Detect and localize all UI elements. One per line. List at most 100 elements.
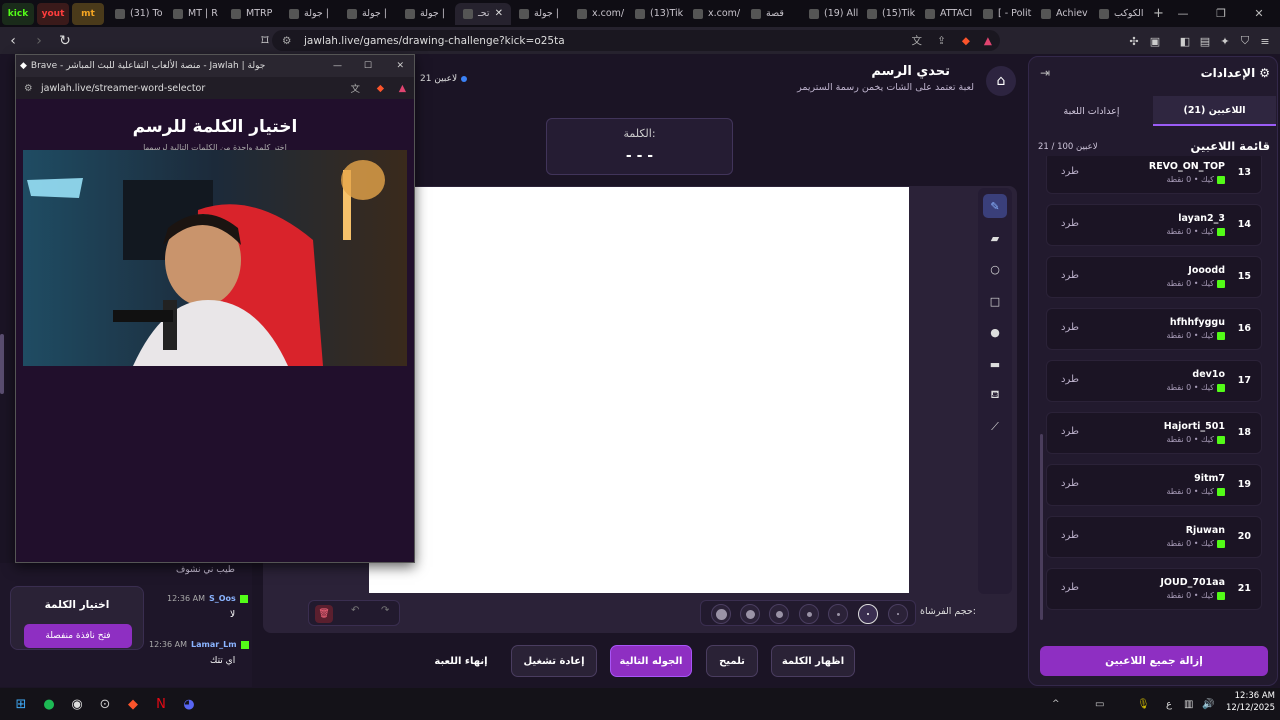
reload-icon[interactable]: ↻ (52, 29, 78, 53)
kick-player-button[interactable]: طرد (1061, 166, 1079, 177)
browser-tab[interactable]: x.com/ (685, 3, 743, 25)
tab-search-icon[interactable]: ▣ (1146, 32, 1164, 50)
clear-canvas-icon[interactable]: 🗑 (315, 605, 333, 623)
kick-player-button[interactable]: طرد (1061, 582, 1079, 593)
tab-game-settings[interactable]: إعدادات اللعبة (1030, 96, 1153, 126)
open-separate-window-button[interactable]: فتح نافذة منفصلة (24, 624, 132, 648)
vpn-icon[interactable]: ⛉ (1236, 32, 1254, 50)
drawing-canvas[interactable] (369, 187, 909, 593)
browser-tab[interactable]: الكوكب (1091, 3, 1149, 25)
line-tool-icon[interactable]: ⟋ (983, 415, 1007, 439)
browser-tab[interactable]: جولة | (281, 3, 339, 25)
translate-icon[interactable]: 文 (912, 33, 923, 48)
windows-start-icon[interactable]: ⊞ (7, 690, 35, 718)
kick-player-button[interactable]: طرد (1061, 374, 1079, 385)
kick-player-button[interactable]: طرد (1061, 530, 1079, 541)
menu-icon[interactable]: ≡ (1256, 32, 1274, 50)
close-tab-icon[interactable]: ✕ (495, 8, 503, 19)
back-icon[interactable]: ‹ (0, 29, 26, 53)
kick-player-button[interactable]: طرد (1061, 322, 1079, 333)
site-info-icon[interactable]: ⚙ (282, 35, 291, 47)
wallet-icon[interactable]: ▤ (1196, 32, 1214, 50)
sidebar-toggle-icon[interactable]: ◧ (1176, 32, 1194, 50)
redo-icon[interactable]: ↷ (381, 605, 389, 616)
pencil-tool-icon[interactable]: ✎ (983, 194, 1007, 218)
popup-close-button[interactable]: ✕ (396, 61, 404, 71)
kick-player-button[interactable]: طرد (1061, 218, 1079, 229)
microphone-icon[interactable]: 🎙 (1137, 699, 1150, 710)
browser-tab[interactable]: جولة | (511, 3, 569, 25)
extensions-icon[interactable]: ✣ (1125, 32, 1143, 50)
rectangle-outline-tool-icon[interactable]: □ (983, 289, 1007, 313)
home-button[interactable]: ⌂ (986, 66, 1016, 96)
close-window-button[interactable]: ✕ (1240, 0, 1278, 27)
hint-button[interactable]: تلميح (706, 645, 758, 677)
brush-size-option[interactable] (769, 604, 789, 624)
brush-size-option[interactable] (828, 604, 848, 624)
brush-size-option[interactable] (740, 604, 760, 624)
obs-icon[interactable]: ◉ (63, 690, 91, 718)
leo-ai-icon[interactable]: ✦ (1216, 32, 1234, 50)
network-icon[interactable]: ▥ (1184, 699, 1193, 710)
browser-tab[interactable]: جولة | (339, 3, 397, 25)
brush-size-option-selected[interactable] (858, 604, 878, 624)
pinned-tab[interactable]: kick (2, 2, 34, 25)
kick-player-button[interactable]: طرد (1061, 270, 1079, 281)
browser-tab[interactable]: (19) All (801, 3, 859, 25)
popup-address-bar[interactable]: ⚙ jawlah.live/streamer-word-selector 文 ◆… (16, 77, 414, 99)
collapse-sidebar-icon[interactable]: ⇥ (1040, 66, 1050, 80)
discord-icon[interactable]: ◕ (175, 690, 203, 718)
remove-all-players-button[interactable]: إزالة جميع اللاعبين (1040, 646, 1268, 676)
browser-tab[interactable]: (31) To (107, 3, 165, 25)
steam-icon[interactable]: ⊙ (91, 690, 119, 718)
page-left-scrollbar[interactable] (0, 334, 4, 394)
undo-icon[interactable]: ↶ (351, 605, 359, 616)
popup-minimize-button[interactable]: — (333, 61, 342, 71)
translate-icon[interactable]: 文 (350, 81, 360, 95)
browser-tab[interactable]: (13)Tik (627, 3, 685, 25)
browser-tab[interactable]: Achiev (1033, 3, 1091, 25)
brave-shields-icon[interactable]: ◆ (962, 35, 970, 47)
fill-bucket-tool-icon[interactable]: ⛾ (983, 383, 1007, 407)
forward-icon[interactable]: › (26, 29, 52, 53)
popup-maximize-button[interactable]: ☐ (364, 61, 372, 71)
pinned-tab[interactable]: yout (37, 2, 69, 25)
restart-button[interactable]: إعادة تشغيل (511, 645, 597, 677)
browser-tab[interactable]: x.com/ (569, 3, 627, 25)
tray-app-icon[interactable]: ▭ (1095, 699, 1104, 710)
restore-window-button[interactable]: ❐ (1202, 0, 1240, 27)
new-tab-button[interactable]: + (1153, 6, 1164, 21)
chat-username[interactable]: S_Oos (209, 594, 236, 603)
circle-outline-tool-icon[interactable]: ○ (983, 257, 1007, 281)
browser-tab[interactable]: جولة | (397, 3, 455, 25)
spotify-icon[interactable]: ● (35, 690, 63, 718)
kick-player-button[interactable]: طرد (1061, 426, 1079, 437)
brush-size-option[interactable] (888, 604, 908, 624)
brave-rewards-icon[interactable]: ▲ (984, 35, 992, 47)
minimize-window-button[interactable]: — (1164, 0, 1202, 27)
brave-shields-icon[interactable]: ◆ (377, 83, 384, 94)
eraser-tool-icon[interactable]: ▰ (983, 226, 1007, 250)
clock[interactable]: 12:36 AM 12/12/2025 (1226, 690, 1275, 714)
volume-icon[interactable]: 🔊 (1202, 699, 1214, 710)
brush-size-option[interactable] (711, 604, 731, 624)
browser-tab[interactable]: تحـ ✕ (455, 2, 511, 25)
share-icon[interactable]: ⇪ (937, 35, 946, 47)
kick-player-button[interactable]: طرد (1061, 478, 1079, 489)
filled-circle-tool-icon[interactable]: ● (983, 320, 1007, 344)
address-bar[interactable]: ⚙ jawlah.live/games/drawing-challenge?ki… (272, 30, 1000, 51)
chat-username[interactable]: Lamar_Lm (191, 640, 237, 649)
netflix-icon[interactable]: N (147, 690, 175, 718)
site-info-icon[interactable]: ⚙ (24, 83, 33, 94)
browser-tab[interactable]: MT | R (165, 3, 223, 25)
browser-tab[interactable]: (15)Tik (859, 3, 917, 25)
show-word-button[interactable]: اظهار الكلمة (771, 645, 855, 677)
players-scrollbar[interactable] (1040, 434, 1043, 620)
filled-rectangle-tool-icon[interactable]: ▬ (983, 352, 1007, 376)
browser-tab[interactable]: [ - Polit (975, 3, 1033, 25)
next-round-button[interactable]: الجوله التالية (610, 645, 692, 677)
end-game-button[interactable]: إنهاء اللعبة (424, 645, 498, 677)
browser-tab[interactable]: ATTACI (917, 3, 975, 25)
brave-rewards-icon[interactable]: ▲ (399, 83, 406, 94)
tray-overflow-icon[interactable]: ^ (1052, 699, 1060, 709)
